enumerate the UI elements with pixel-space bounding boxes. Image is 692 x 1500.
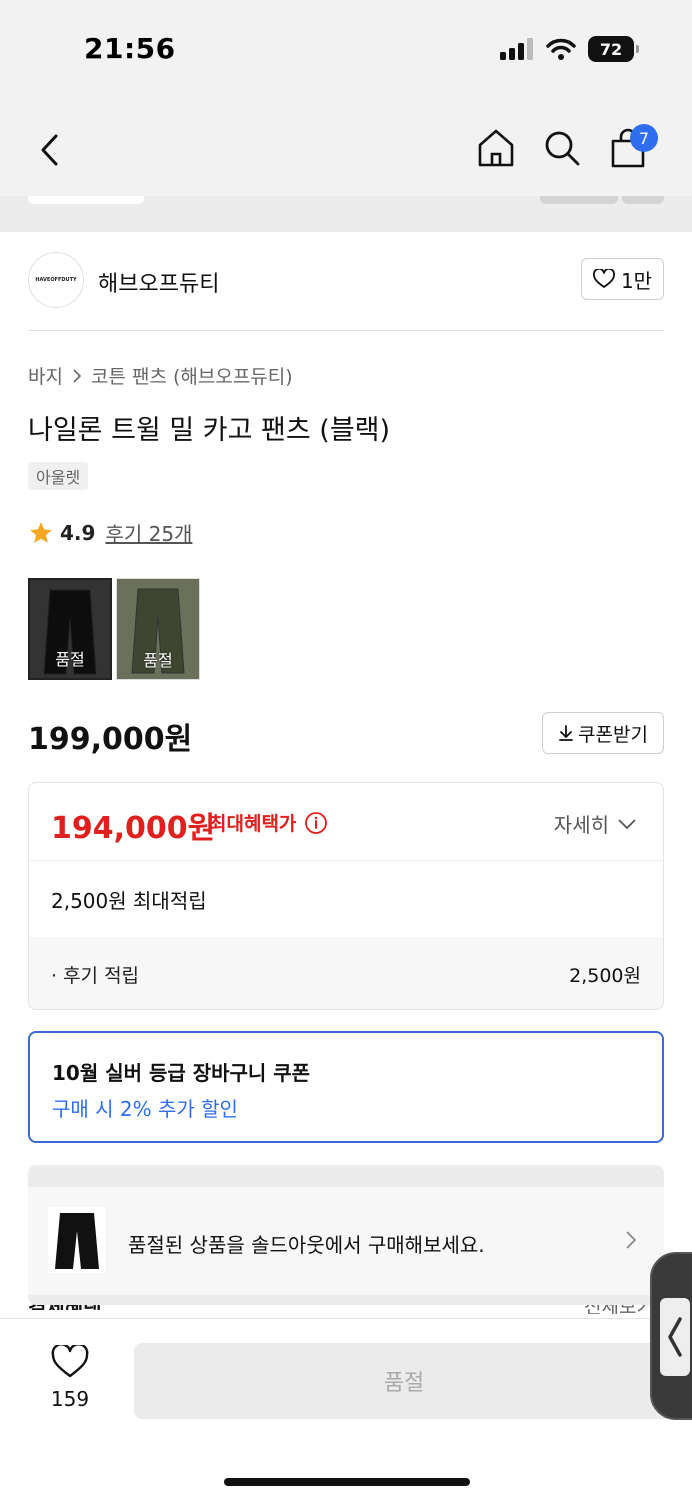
soldout-banner[interactable]: 품절된 상품을 솔드아웃에서 구매해보세요. bbox=[28, 1187, 664, 1295]
home-icon bbox=[478, 129, 514, 167]
brand-like-button[interactable]: 1만 bbox=[581, 258, 664, 300]
breadcrumb-category[interactable]: 바지 bbox=[28, 362, 63, 389]
nav-actions: 7 bbox=[476, 124, 658, 170]
review-points-row: · 후기 적립 2,500원 bbox=[29, 937, 663, 1009]
chevron-down-icon bbox=[618, 818, 636, 829]
color-option-khaki[interactable]: 품절 bbox=[116, 578, 200, 680]
home-button[interactable] bbox=[476, 126, 516, 170]
coupon-button-label: 쿠폰받기 bbox=[578, 723, 648, 746]
brand-like-count: 1만 bbox=[620, 268, 653, 293]
product-price: 199,000원 bbox=[28, 722, 193, 757]
pants-thumbnail bbox=[55, 1213, 99, 1269]
rating-row: 4.9 후기 25개 bbox=[28, 518, 192, 547]
soldout-product-image bbox=[48, 1207, 106, 1273]
color-option-black[interactable]: 품절 bbox=[28, 578, 112, 680]
home-indicator bbox=[224, 1478, 470, 1486]
color-options: 품절 품절 bbox=[28, 578, 200, 680]
benefit-detail-toggle[interactable]: 자세히 bbox=[554, 809, 637, 838]
best-price-row[interactable]: 194,000원 최대혜택가 자세히 bbox=[29, 783, 663, 861]
side-panel-handle[interactable] bbox=[650, 1252, 692, 1420]
heart-icon bbox=[51, 1343, 89, 1378]
review-count-link[interactable]: 후기 25개 bbox=[105, 518, 192, 547]
coupon-title: 10월 실버 등급 장바구니 쿠폰 bbox=[52, 1061, 311, 1085]
soldout-buy-button[interactable]: 품절 bbox=[134, 1343, 674, 1419]
soldout-label: 품절 bbox=[55, 650, 85, 669]
soldout-label: 품절 bbox=[143, 651, 173, 670]
chevron-left-icon bbox=[41, 134, 58, 166]
star-icon bbox=[30, 521, 52, 543]
search-button[interactable] bbox=[542, 126, 582, 170]
strip-button bbox=[622, 196, 664, 204]
chevron-right-icon bbox=[73, 368, 82, 383]
wifi-icon bbox=[546, 38, 576, 60]
breadcrumb: 바지 코튼 팬츠 (해브오프듀티) bbox=[28, 362, 293, 389]
review-points-value: 2,500원 bbox=[569, 965, 641, 987]
brand-row[interactable]: HAVEOFFDUTY 해브오프듀티 1만 bbox=[28, 252, 664, 312]
status-bar: 21:56 72 bbox=[0, 0, 692, 100]
coupon-subtitle: 구매 시 2% 추가 할인 bbox=[52, 1097, 238, 1121]
best-price-label-text: 최대혜택가 bbox=[209, 813, 297, 835]
strip-chip bbox=[28, 196, 144, 204]
chevron-right-icon bbox=[626, 1231, 637, 1249]
strip-button bbox=[540, 196, 618, 204]
cart-button[interactable]: 7 bbox=[608, 124, 658, 170]
points-row: 2,500원 최대적립 bbox=[29, 861, 663, 937]
max-points: 2,500원 최대적립 bbox=[51, 889, 207, 913]
product-title: 나일론 트윌 밀 카고 팬츠 (블랙) bbox=[28, 415, 391, 446]
status-time: 21:56 bbox=[84, 32, 176, 65]
status-icons: 72 bbox=[500, 36, 639, 62]
signal-icon bbox=[500, 38, 533, 60]
side-panel-tab[interactable] bbox=[660, 1298, 690, 1376]
collapsed-header-strip bbox=[0, 196, 692, 232]
chevron-left-icon bbox=[668, 1317, 682, 1357]
wishlist-button[interactable]: 159 bbox=[40, 1343, 100, 1411]
back-button[interactable] bbox=[34, 130, 70, 170]
outlet-tag: 아울렛 bbox=[28, 462, 89, 490]
heart-icon bbox=[592, 269, 615, 288]
best-price: 194,000원 bbox=[51, 811, 216, 846]
nav-bar: 7 bbox=[0, 100, 692, 196]
search-icon bbox=[545, 131, 580, 166]
detail-toggle-label: 자세히 bbox=[553, 813, 609, 837]
breadcrumb-subcategory[interactable]: 코튼 팬츠 (해브오프듀티) bbox=[91, 362, 293, 389]
info-icon[interactable] bbox=[304, 811, 328, 835]
review-points-label: · 후기 적립 bbox=[51, 965, 140, 987]
wishlist-count: 159 bbox=[50, 1387, 90, 1411]
bottom-action-bar: 159 품절 bbox=[0, 1318, 692, 1500]
download-icon bbox=[559, 725, 573, 741]
battery-level: 72 bbox=[599, 39, 623, 59]
brand-logo[interactable]: HAVEOFFDUTY bbox=[28, 252, 84, 308]
soldout-banner-text: 품절된 상품을 솔드아웃에서 구매해보세요. bbox=[128, 1233, 485, 1257]
cart-coupon-box[interactable]: 10월 실버 등급 장바구니 쿠폰 구매 시 2% 추가 할인 bbox=[28, 1031, 664, 1143]
divider bbox=[28, 330, 664, 331]
best-price-label: 최대혜택가 bbox=[209, 809, 328, 836]
battery-icon: 72 bbox=[588, 36, 639, 62]
benefit-box: 194,000원 최대혜택가 자세히 2,500원 최대적립 · 후기 적립 2… bbox=[28, 782, 664, 1010]
brand-name[interactable]: 해브오프듀티 bbox=[98, 266, 219, 298]
rating-score: 4.9 bbox=[60, 520, 96, 545]
download-coupon-button[interactable]: 쿠폰받기 bbox=[542, 712, 664, 754]
cart-count-badge: 7 bbox=[630, 124, 658, 152]
